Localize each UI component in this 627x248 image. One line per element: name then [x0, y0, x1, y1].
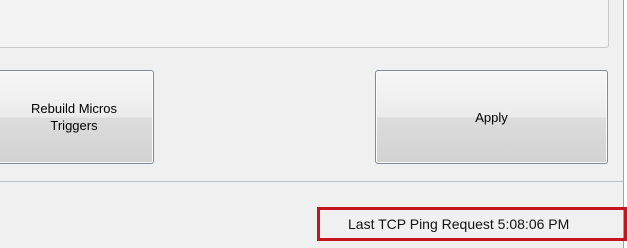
rebuild-button-label: Rebuild Micros Triggers: [31, 101, 117, 133]
last-tcp-ping-status: Last TCP Ping Request 5:08:06 PM: [348, 216, 570, 232]
last-ping-highlight: Last TCP Ping Request 5:08:06 PM: [317, 207, 627, 241]
rebuild-micros-triggers-button[interactable]: Rebuild Micros Triggers: [0, 70, 154, 164]
apply-button-label: Apply: [475, 109, 508, 125]
apply-button[interactable]: Apply: [375, 70, 608, 164]
settings-group-panel: [0, 0, 609, 48]
